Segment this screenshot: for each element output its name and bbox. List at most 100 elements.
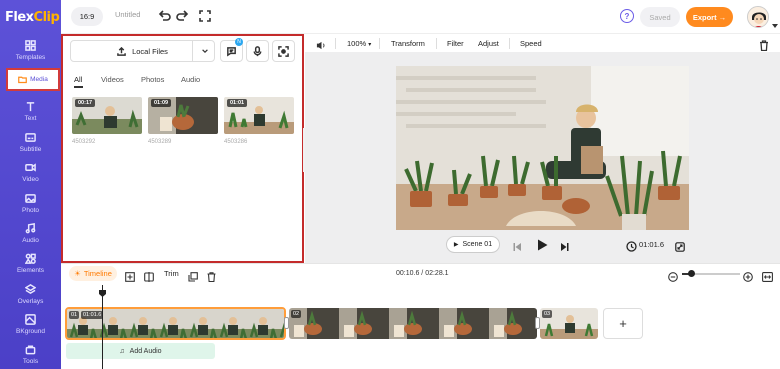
active-tab-indicator (74, 86, 83, 88)
skip-forward-icon (561, 243, 569, 251)
timeline-clip[interactable]: 02 (289, 308, 537, 339)
delete-button[interactable] (759, 38, 769, 52)
sidebar-item-label: BKground (16, 327, 45, 335)
sidebar-item-text[interactable]: Text (0, 96, 61, 126)
screen-record-icon (278, 45, 289, 57)
sidebar-item-video[interactable]: Video (0, 157, 61, 187)
divider (509, 38, 510, 49)
sidebar-item-label: Video (22, 175, 39, 183)
new-badge: N (235, 38, 243, 46)
tab-all[interactable]: All (74, 75, 82, 84)
playhead-handle[interactable] (99, 284, 106, 297)
sidebar-item-audio[interactable]: Audio (0, 218, 61, 248)
sidebar-item-label: Text (24, 114, 37, 122)
sidebar-item-templates[interactable]: Templates (0, 35, 61, 65)
tab-audio[interactable]: Audio (181, 75, 200, 84)
sidebar-item-overlays[interactable]: Overlays (0, 279, 61, 309)
video-icon (25, 162, 36, 172)
duration-label: 01:01 (227, 99, 248, 107)
chevron-down-icon[interactable] (772, 15, 778, 28)
duplicate-button[interactable] (188, 269, 198, 282)
media-id: 4503292 (72, 139, 96, 145)
media-thumbnail[interactable]: 01:09 (148, 97, 218, 134)
adjust-button[interactable]: Adjust (478, 39, 499, 48)
video-preview[interactable] (396, 66, 689, 230)
divider (335, 38, 336, 49)
redo-button[interactable] (176, 9, 190, 23)
delete-clip-button[interactable] (207, 269, 216, 283)
play-small-icon: ▶ (453, 242, 459, 248)
sidebar-item-label: Tools (22, 357, 39, 365)
sidebar-item-label: Media (18, 75, 48, 84)
sidebar-item-tools[interactable]: Tools (0, 339, 61, 369)
scene-selector[interactable]: ▶ Scene 01 (446, 236, 500, 253)
zoom-in-button[interactable] (743, 269, 753, 282)
next-button[interactable] (560, 239, 569, 251)
tab-videos[interactable]: Videos (101, 75, 124, 84)
clip-index: 01 (69, 311, 80, 319)
trim-button[interactable]: Trim (164, 269, 179, 278)
saved-button[interactable]: Saved (640, 7, 680, 27)
undo-icon (158, 10, 171, 21)
divider (436, 38, 437, 49)
clip-duration: 01:01.6 (81, 311, 104, 319)
duplicate-icon (188, 272, 198, 282)
subtitle-icon (25, 132, 36, 142)
fit-timeline-button[interactable] (762, 269, 773, 282)
timeline-clip-selected[interactable]: 01 01:01.6 (65, 307, 286, 340)
clip-index: 02 (291, 310, 302, 318)
chevron-down-icon (202, 49, 208, 54)
timeline-clip[interactable]: 03 (540, 308, 598, 339)
edit-toolbar (305, 34, 780, 52)
timeline-toggle[interactable]: ☀ Timeline (69, 266, 117, 281)
photo-icon (25, 193, 36, 203)
sidebar-item-photo[interactable]: Photo (0, 188, 61, 218)
export-button[interactable]: Export → (686, 7, 733, 27)
zoom-select[interactable]: 100% ▾ (347, 39, 371, 48)
undo-button[interactable] (157, 9, 171, 23)
add-clip-button[interactable]: + (603, 308, 643, 339)
media-thumbnail[interactable]: 00:17 (72, 97, 142, 134)
add-audio-button[interactable]: ♫ Add Audio (66, 343, 215, 359)
filter-button[interactable]: Filter (447, 39, 464, 48)
screen-record-button[interactable] (272, 40, 295, 62)
expand-icon (675, 242, 685, 252)
sidebar-item-subtitle[interactable]: Subtitle (0, 127, 61, 157)
sidebar-item-background[interactable]: BKground (0, 309, 61, 339)
add-box-icon (125, 272, 135, 282)
microphone-icon (253, 45, 262, 56)
zoom-value: 100% (347, 39, 367, 48)
skip-back-icon (513, 243, 521, 251)
clock-icon (626, 239, 637, 252)
timeline-label: Timeline (83, 269, 112, 278)
tab-photos[interactable]: Photos (141, 75, 164, 84)
sidebar-item-label: Audio (22, 236, 39, 244)
add-to-timeline-button[interactable] (125, 269, 135, 282)
flexclip-logo[interactable]: FlexClip (0, 0, 61, 34)
zoom-slider-handle[interactable] (688, 270, 695, 277)
play-button[interactable] (537, 238, 548, 251)
aspect-ratio-button[interactable]: 16:9 (71, 7, 103, 26)
fullscreen-preview-button[interactable] (675, 239, 685, 252)
playhead[interactable] (102, 285, 103, 369)
fullscreen-button[interactable] (198, 9, 212, 23)
timeline-icon: ☀ (74, 269, 81, 278)
zoom-out-button[interactable] (668, 269, 678, 282)
transform-button[interactable]: Transform (391, 39, 425, 48)
split-button[interactable] (144, 269, 154, 282)
avatar[interactable] (747, 6, 769, 28)
local-files-dropdown[interactable] (192, 40, 215, 62)
media-thumbnail[interactable]: 01:01 (224, 97, 294, 134)
project-title[interactable]: Untitled (115, 10, 140, 19)
media-label: Media (30, 76, 48, 83)
video-frame-image (396, 66, 689, 230)
volume-button[interactable] (316, 38, 327, 50)
clip-index: 03 (542, 310, 553, 318)
sidebar-item-elements[interactable]: Elements (0, 248, 61, 278)
voice-record-button[interactable] (246, 40, 269, 62)
sidebar-item-media[interactable]: Media (6, 68, 60, 91)
help-icon[interactable]: ? (620, 9, 634, 23)
speed-button[interactable]: Speed (520, 39, 542, 48)
scene-label: Scene 01 (462, 241, 493, 248)
previous-button[interactable] (513, 239, 522, 251)
